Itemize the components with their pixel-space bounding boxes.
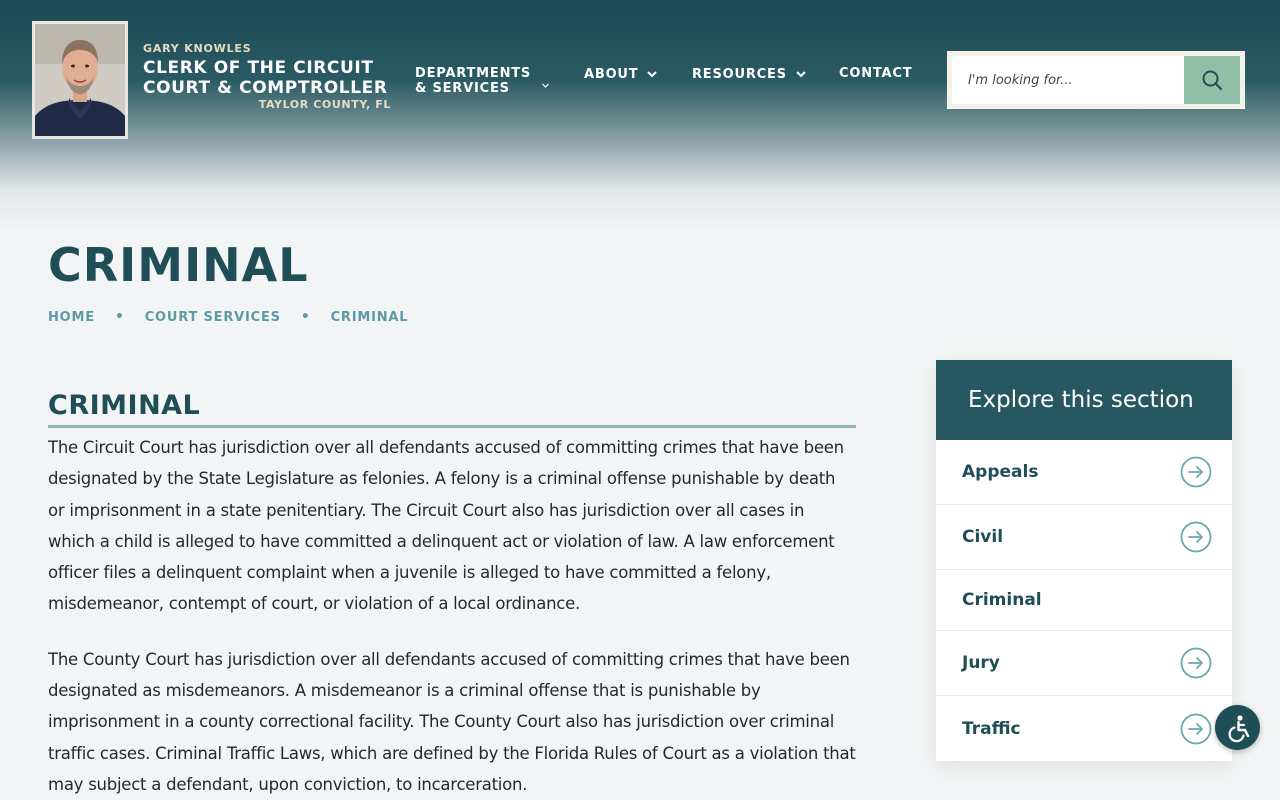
nav-departments-label: DEPARTMENTS & SERVICES bbox=[415, 66, 531, 96]
nav-departments-line1: DEPARTMENTS bbox=[415, 66, 532, 81]
content-paragraph: The County Court has jurisdiction over a… bbox=[48, 649, 856, 794]
search-input[interactable] bbox=[952, 56, 1184, 104]
search-icon bbox=[1202, 70, 1223, 91]
sidebar-item-label: Jury bbox=[962, 653, 1000, 673]
content-heading: CRIMINAL bbox=[48, 390, 856, 428]
arrow-right-circle-icon bbox=[1180, 456, 1212, 488]
sidebar-item-civil[interactable]: Civil bbox=[936, 505, 1232, 570]
sidebar-item-label: Appeals bbox=[962, 462, 1039, 482]
nav-departments-line2: & SERVICES bbox=[415, 81, 510, 96]
chevron-down-icon bbox=[796, 71, 806, 78]
clerk-portrait[interactable] bbox=[32, 21, 128, 139]
office-title-line1: CLERK OF THE CIRCUIT bbox=[143, 58, 374, 78]
nav-about-label: ABOUT bbox=[584, 66, 639, 82]
arrow-right-circle-icon bbox=[1180, 521, 1212, 553]
chevron-down-icon bbox=[542, 83, 550, 88]
sidebar-item-label: Criminal bbox=[962, 590, 1042, 610]
portrait-image bbox=[35, 24, 125, 136]
search-button[interactable] bbox=[1184, 56, 1240, 104]
sidebar-list: Appeals Civil Criminal Jury Traffic bbox=[936, 440, 1232, 761]
accessibility-icon bbox=[1228, 714, 1249, 742]
arrow-right-circle-icon bbox=[1180, 647, 1212, 679]
breadcrumb: HOME • COURT SERVICES • CRIMINAL bbox=[48, 309, 408, 325]
sidebar-item-criminal[interactable]: Criminal bbox=[936, 570, 1232, 631]
site-search bbox=[947, 51, 1245, 109]
sidebar-item-traffic[interactable]: Traffic bbox=[936, 696, 1232, 761]
office-title: CLERK OF THE CIRCUIT COURT & COMPTROLLER bbox=[143, 58, 393, 98]
county-name: TAYLOR COUNTY, FL bbox=[258, 98, 391, 111]
nav-resources[interactable]: RESOURCES bbox=[692, 66, 807, 82]
official-name: GARY KNOWLES bbox=[143, 42, 252, 55]
accessibility-button[interactable] bbox=[1215, 705, 1260, 750]
main-content: CRIMINAL The Circuit Court has jurisdict… bbox=[48, 390, 856, 800]
breadcrumb-separator: • bbox=[114, 309, 125, 325]
sidebar-item-appeals[interactable]: Appeals bbox=[936, 440, 1232, 505]
nav-contact[interactable]: CONTACT bbox=[839, 65, 912, 81]
nav-departments-services[interactable]: DEPARTMENTS & SERVICES bbox=[415, 66, 550, 96]
nav-resources-label: RESOURCES bbox=[692, 66, 787, 82]
breadcrumb-current: CRIMINAL bbox=[330, 309, 409, 325]
page-title: CRIMINAL bbox=[48, 238, 309, 292]
office-title-line2: COURT & COMPTROLLER bbox=[143, 78, 388, 98]
site-header: GARY KNOWLES CLERK OF THE CIRCUIT COURT … bbox=[0, 0, 1280, 160]
sidebar-item-label: Civil bbox=[962, 527, 1004, 547]
sidebar-item-jury[interactable]: Jury bbox=[936, 631, 1232, 696]
breadcrumb-separator: • bbox=[300, 309, 311, 325]
section-sidebar: Explore this section Appeals Civil Crimi… bbox=[936, 360, 1232, 761]
chevron-down-icon bbox=[647, 71, 658, 78]
nav-contact-label: CONTACT bbox=[839, 65, 913, 81]
site-brand[interactable]: GARY KNOWLES CLERK OF THE CIRCUIT COURT … bbox=[143, 42, 393, 111]
arrow-right-circle-icon bbox=[1180, 713, 1212, 744]
breadcrumb-home[interactable]: HOME bbox=[48, 310, 95, 325]
sidebar-item-label: Traffic bbox=[962, 718, 1021, 739]
breadcrumb-court-services[interactable]: COURT SERVICES bbox=[145, 310, 281, 325]
content-paragraph: The Circuit Court has jurisdiction over … bbox=[48, 438, 844, 614]
sidebar-heading: Explore this section bbox=[936, 360, 1232, 440]
nav-about[interactable]: ABOUT bbox=[584, 66, 658, 82]
